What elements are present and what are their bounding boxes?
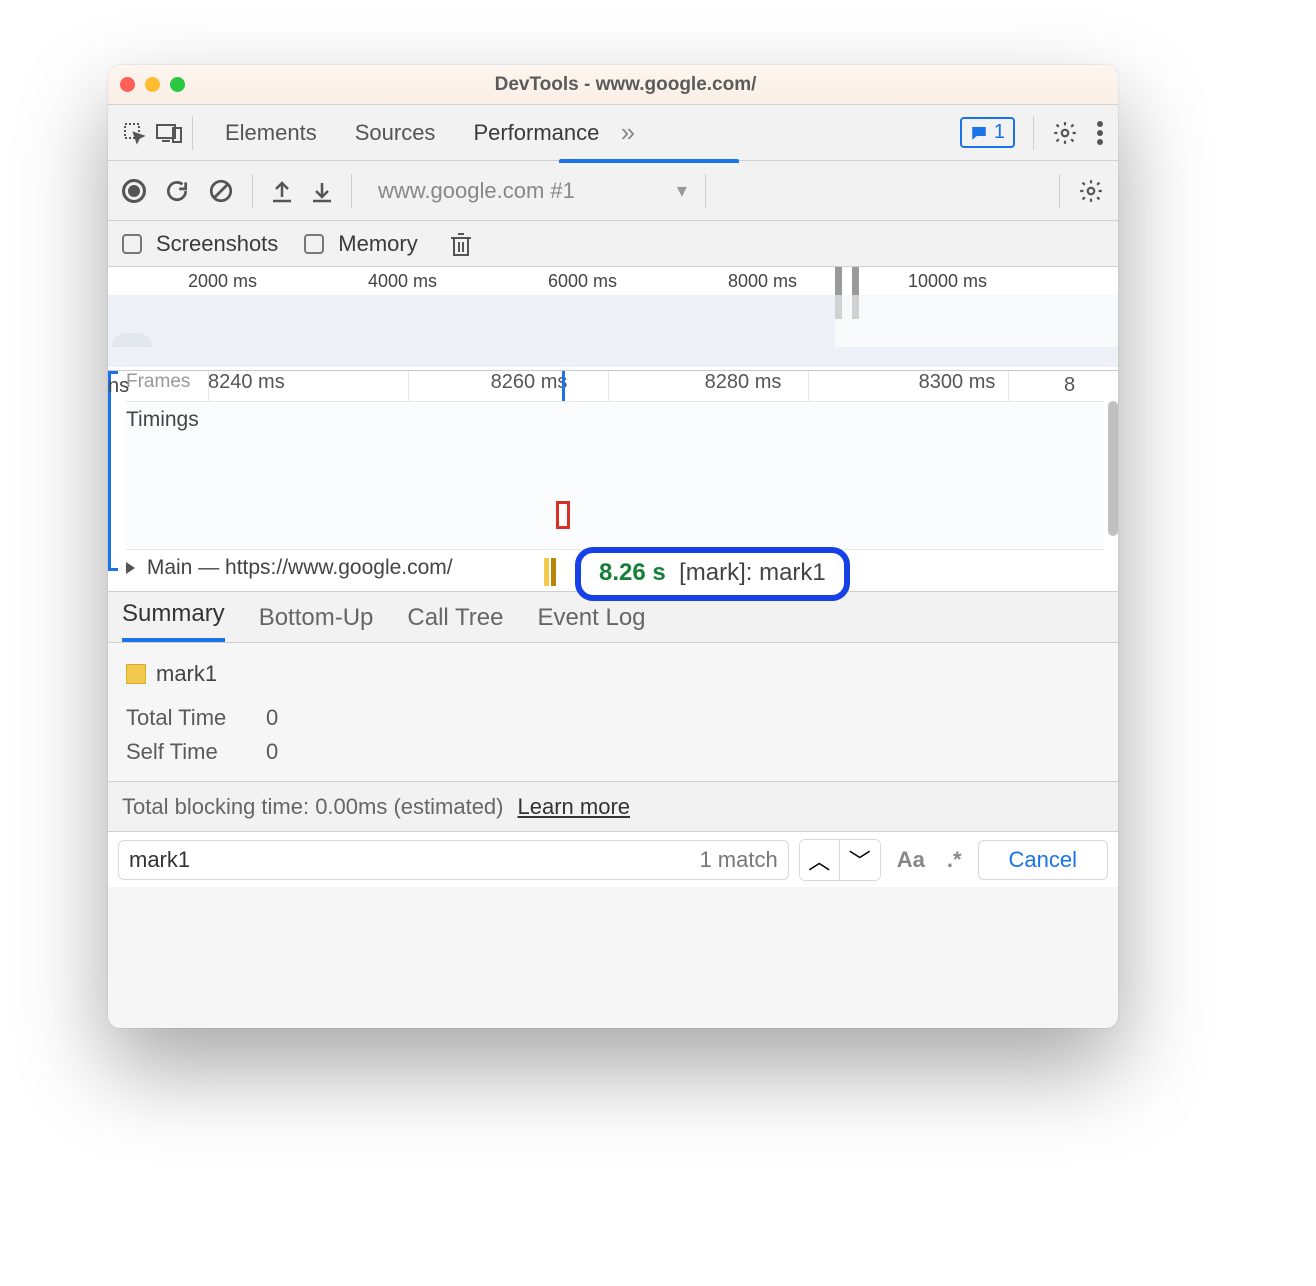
- tab-list: Elements Sources Performance: [221, 116, 603, 150]
- memory-label: Memory: [338, 231, 417, 257]
- mark-callout: 8.26 s [mark]: mark1: [575, 547, 850, 601]
- expand-triangle-icon: [126, 562, 135, 574]
- tab-elements[interactable]: Elements: [221, 116, 321, 150]
- record-button[interactable]: [122, 179, 146, 203]
- overview-timeline[interactable]: 2000 ms 4000 ms 6000 ms 8000 ms 10000 ms…: [108, 267, 1118, 371]
- divider: [705, 174, 706, 208]
- main-track-label[interactable]: Main — https://www.google.com/: [126, 556, 453, 580]
- perf-toolbar: www.google.com #1 ▾: [108, 161, 1118, 221]
- more-tabs-icon[interactable]: »: [613, 117, 635, 148]
- download-icon[interactable]: [311, 179, 333, 203]
- total-time-value: 0: [266, 705, 278, 731]
- summary-mark-name: mark1: [156, 661, 217, 687]
- regex-toggle[interactable]: .*: [941, 847, 968, 873]
- tab-performance[interactable]: Performance: [469, 116, 603, 150]
- blocking-time-text: Total blocking time: 0.00ms (estimated): [122, 794, 504, 820]
- panel-tabs: Elements Sources Performance » 1: [108, 105, 1118, 161]
- tab-sources[interactable]: Sources: [351, 116, 440, 150]
- tab-call-tree[interactable]: Call Tree: [407, 604, 503, 642]
- main-task-bar[interactable]: [551, 558, 556, 586]
- summary-panel: mark1 Total Time 0 Self Time 0: [108, 643, 1118, 781]
- titlebar: DevTools - www.google.com/: [108, 65, 1118, 105]
- axis-tick: 8240 ms: [208, 371, 422, 399]
- selection-bracket: [108, 371, 118, 571]
- active-tab-underline: [559, 159, 739, 163]
- callout-text: [mark]: mark1: [679, 559, 826, 586]
- feedback-button[interactable]: 1: [960, 117, 1015, 148]
- tab-bottom-up[interactable]: Bottom-Up: [259, 604, 374, 642]
- search-bar: mark1 1 match ︿ ﹀ Aa .* Cancel: [108, 831, 1118, 887]
- search-input[interactable]: mark1 1 match: [118, 840, 789, 880]
- overview-net-strip: [108, 347, 1118, 367]
- reload-icon[interactable]: [164, 178, 190, 204]
- divider: [1033, 116, 1034, 150]
- divider: [192, 116, 193, 150]
- kebab-menu-icon[interactable]: [1096, 120, 1104, 146]
- match-case-toggle[interactable]: Aa: [891, 847, 931, 873]
- timing-marker[interactable]: [556, 501, 570, 529]
- flamechart[interactable]: ns Frames 8240 ms 8260 ms 8280 ms 8300 m…: [108, 371, 1118, 591]
- recording-selector[interactable]: www.google.com #1 ▾: [378, 178, 687, 204]
- screenshots-label: Screenshots: [156, 231, 278, 257]
- screenshots-checkbox[interactable]: [122, 234, 142, 254]
- close-window-button[interactable]: [120, 77, 135, 92]
- total-time-label: Total Time: [126, 705, 246, 731]
- vertical-scrollbar[interactable]: [1108, 401, 1118, 536]
- recording-selector-value: www.google.com #1: [378, 178, 575, 204]
- self-time-label: Self Time: [126, 739, 246, 765]
- clear-icon[interactable]: [208, 178, 234, 204]
- tab-summary[interactable]: Summary: [122, 600, 225, 642]
- dropdown-caret-icon: ▾: [677, 178, 687, 203]
- axis-tick: 8280 ms: [636, 371, 850, 399]
- color-swatch: [126, 664, 146, 684]
- inspect-element-icon[interactable]: [122, 121, 146, 145]
- self-time-value: 0: [266, 739, 278, 765]
- timings-track-label: Timings: [126, 408, 199, 432]
- divider: [252, 174, 253, 208]
- search-next-button[interactable]: ﹀: [840, 840, 880, 880]
- gear-icon[interactable]: [1052, 120, 1078, 146]
- search-prev-button[interactable]: ︿: [800, 840, 840, 880]
- gear-icon[interactable]: [1078, 178, 1104, 204]
- window-controls: [120, 77, 185, 92]
- summary-title-row: mark1: [126, 661, 1100, 687]
- blocking-time-footer: Total blocking time: 0.00ms (estimated) …: [108, 781, 1118, 831]
- divider: [351, 174, 352, 208]
- devtools-window: DevTools - www.google.com/ Elements Sour…: [108, 65, 1118, 1028]
- axis-tick: 8: [1064, 371, 1104, 399]
- axis-tick: 8260 ms: [422, 371, 636, 399]
- overview-tick: 10000 ms: [908, 271, 987, 292]
- perf-options: Screenshots Memory: [108, 221, 1118, 267]
- frames-label: Frames: [126, 371, 208, 399]
- window-title: DevTools - www.google.com/: [205, 74, 1106, 96]
- main-task-bar[interactable]: [544, 558, 549, 586]
- feedback-count: 1: [994, 121, 1005, 144]
- overview-mask: [835, 295, 1118, 347]
- flamechart-axis: Frames 8240 ms 8260 ms 8280 ms 8300 ms 8: [126, 371, 1104, 399]
- axis-tick: 8300 ms: [850, 371, 1064, 399]
- search-nav: ︿ ﹀: [799, 839, 881, 881]
- tab-event-log[interactable]: Event Log: [537, 604, 645, 642]
- overview-tick: 4000 ms: [368, 271, 437, 292]
- overview-tick: 8000 ms: [728, 271, 797, 292]
- callout-time: 8.26 s: [599, 559, 666, 586]
- divider: [1059, 174, 1060, 208]
- search-value: mark1: [129, 847, 190, 873]
- overview-tick: 2000 ms: [188, 271, 257, 292]
- overview-tick: 6000 ms: [548, 271, 617, 292]
- trash-icon[interactable]: [450, 231, 472, 257]
- learn-more-link[interactable]: Learn more: [518, 794, 631, 820]
- search-match-count: 1 match: [699, 847, 777, 873]
- upload-icon[interactable]: [271, 179, 293, 203]
- memory-checkbox[interactable]: [304, 234, 324, 254]
- zoom-window-button[interactable]: [170, 77, 185, 92]
- device-toolbar-icon[interactable]: [156, 122, 182, 144]
- cancel-button[interactable]: Cancel: [978, 840, 1108, 880]
- minimize-window-button[interactable]: [145, 77, 160, 92]
